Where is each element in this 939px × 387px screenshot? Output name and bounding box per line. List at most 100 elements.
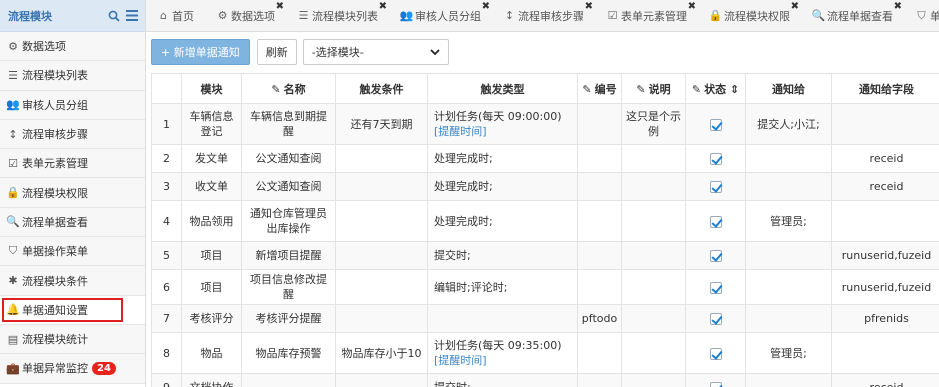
sidebar-item-9[interactable]: ✱ 流程模块条件 [0, 266, 145, 296]
sidebar-item-1[interactable]: ⚙ 数据选项 [0, 32, 145, 62]
tab-4[interactable]: 👥 审核人员分组 ✖ [389, 0, 492, 31]
trigger-type-cell: 提交时; [427, 241, 578, 270]
sidebar-item-label: 流程模块条件 [22, 274, 88, 288]
table-row[interactable]: 8 物品 物品库存预警 物品库存小于10 计划任务(每天 09:35:00) [提醒时间]… [151, 332, 939, 374]
tab-8[interactable]: 🔍 流程单据查看 ✖ [801, 0, 904, 31]
close-icon[interactable]: ✖ [379, 1, 387, 12]
sidebar-item-4[interactable]: ↕ 流程审核步骤 [0, 119, 145, 150]
code-cell [577, 373, 622, 387]
condition-cell [335, 200, 428, 242]
trigger-type-cell: 计划任务(每天 09:00:00) [提醒时间] [427, 103, 578, 145]
tab-label: 审核人员分组 [415, 9, 481, 23]
sidebar-item-11[interactable]: ▤ 流程模块统计 [0, 324, 145, 355]
trigger-type-cell [427, 304, 578, 333]
bookmark-icon: ⛉ [917, 8, 926, 22]
sidebar-item-5[interactable]: ☑ 表单元素管理 [0, 149, 145, 179]
table-row[interactable]: 9 文档协作 提交时; receid [151, 373, 939, 387]
module-select[interactable]: -选择模块- [302, 39, 449, 65]
module-cell: 文档协作 [181, 373, 242, 387]
sidebar-item-label: 单据操作菜单 [22, 245, 88, 259]
table-row[interactable]: 2 发文单 公文通知查阅 处理完成时; receid [151, 144, 939, 173]
sidebar-item-12[interactable]: 💼 单据异常监控 24 [0, 354, 145, 384]
close-icon[interactable]: ✖ [791, 1, 799, 12]
sidebar-item-2[interactable]: ☰ 流程模块列表 [0, 61, 145, 91]
status-cell [685, 332, 746, 374]
close-icon[interactable]: ✖ [894, 1, 902, 12]
row-number-text: 5 [163, 249, 170, 262]
name-cell: 公文通知查阅 [241, 172, 336, 201]
sidebar: 流程模块 ⚙ 数据选项 ☰ 流程模块列表 👥 审核人员分组 ↕ 流程审核步骤 ☑ 表单元素管理 🔒 流… [0, 0, 146, 387]
code-cell: pftodo [577, 304, 622, 333]
tab-label: 数据选项 [231, 9, 275, 23]
status-checkbox[interactable] [709, 118, 722, 131]
tab-1[interactable]: ⌂ 首页 [146, 0, 205, 31]
highlight-box [2, 297, 123, 322]
tab-label: 流程模块权限 [724, 9, 790, 23]
tab-3[interactable]: ☰ 流程模块列表 ✖ [286, 0, 389, 31]
tab-6[interactable]: ☑ 表单元素管理 ✖ [595, 0, 698, 31]
column-header: 触发类型 [427, 73, 578, 104]
column-header-label: 触发类型 [480, 82, 525, 96]
module-cell-text: 项目 [200, 249, 223, 262]
search-icon[interactable] [107, 9, 121, 23]
pencil-icon: ✎ [636, 82, 646, 96]
check-square-icon: ☑ [8, 156, 18, 170]
bookmark-icon: ⛉ [8, 244, 18, 258]
notify-cell: 提交人;小江; [745, 103, 832, 145]
trigger-type-text: 计划任务(每天 09:00:00) [434, 110, 562, 123]
status-cell [685, 144, 746, 173]
description-cell [621, 144, 686, 173]
refresh-button[interactable]: 刷新 [256, 39, 297, 65]
status-checkbox[interactable] [709, 382, 722, 387]
add-notification-button[interactable]: + 新增单据通知 [151, 39, 250, 65]
notify-cell-text: 提交人;小江; [757, 117, 820, 131]
sidebar-item-10[interactable]: 🔔 单据通知设置 [0, 295, 145, 325]
table-row[interactable]: 4 物品领用 通知仓库管理员出库操作 处理完成时; 管理员; [151, 200, 939, 242]
pencil-icon: ✎ [271, 82, 281, 96]
status-checkbox[interactable] [709, 181, 722, 193]
column-header: ✎ 说明 [621, 73, 686, 104]
name-cell [241, 373, 336, 387]
tab-9[interactable]: ⛉ 单据 [904, 0, 939, 31]
status-checkbox[interactable] [709, 313, 722, 325]
name-cell-text: 项目信息修改提醒 [250, 273, 327, 301]
sidebar-item-7[interactable]: 🔍 流程单据查看 [0, 207, 145, 238]
tab-7[interactable]: 🔒 流程模块权限 ✖ [698, 0, 801, 31]
tab-5[interactable]: ↕ 流程审核步骤 ✖ [492, 0, 595, 31]
sidebar-item-6[interactable]: 🔒 流程模块权限 [0, 178, 145, 208]
menu-icon[interactable] [125, 9, 139, 23]
tab-2[interactable]: ⚙ 数据选项 ✖ [205, 0, 286, 31]
sidebar-item-label: 流程审核步骤 [22, 128, 88, 142]
close-icon[interactable]: ✖ [585, 1, 593, 12]
reminder-time-link[interactable]: [提醒时间] [434, 125, 487, 138]
close-icon[interactable]: ✖ [482, 1, 490, 12]
table-row[interactable]: 6 项目 项目信息修改提醒 编辑时;评论时; runuserid,fuzeid [151, 269, 939, 305]
sidebar-item-8[interactable]: ⛉ 单据操作菜单 [0, 237, 145, 267]
status-checkbox[interactable] [709, 281, 722, 294]
chevron-down-icon [430, 46, 440, 59]
sort-icon[interactable]: ⇕ [726, 83, 739, 96]
reminder-time-link[interactable]: [提醒时间] [434, 354, 487, 367]
trigger-type-cell: 提交时; [427, 373, 578, 387]
close-icon[interactable]: ✖ [276, 1, 284, 12]
close-icon[interactable]: ✖ [688, 1, 696, 12]
sidebar-item-3[interactable]: 👥 审核人员分组 [0, 90, 145, 120]
status-checkbox[interactable] [709, 153, 722, 165]
description-cell [621, 332, 686, 374]
column-header[interactable]: ✎ 状态 ⇕ [685, 73, 746, 104]
condition-cell-text: 还有7天到期 [350, 117, 413, 131]
module-cell-text: 考核评分 [189, 312, 234, 325]
gear-icon: ⚙ [217, 9, 228, 22]
name-cell-text: 公文通知查阅 [255, 152, 322, 165]
column-header-label: 模块 [200, 82, 223, 96]
status-checkbox[interactable] [709, 250, 722, 262]
sidebar-item-label: 表单元素管理 [22, 157, 88, 171]
description-cell [621, 200, 686, 242]
table-row[interactable]: 5 项目 新增项目提醒 提交时; runuserid,fuzeid [151, 241, 939, 270]
status-checkbox[interactable] [709, 215, 722, 228]
table-row[interactable]: 7 考核评分 考核评分提醒 pftodo pfrenids [151, 304, 939, 333]
status-checkbox[interactable] [709, 347, 722, 360]
table-row[interactable]: 1 车辆信息登记 车辆信息到期提醒 还有7天到期 计划任务(每天 09:00:00) [提… [151, 103, 939, 145]
table-row[interactable]: 3 收文单 公文通知查阅 处理完成时; receid [151, 172, 939, 201]
module-cell: 发文单 [181, 144, 242, 173]
